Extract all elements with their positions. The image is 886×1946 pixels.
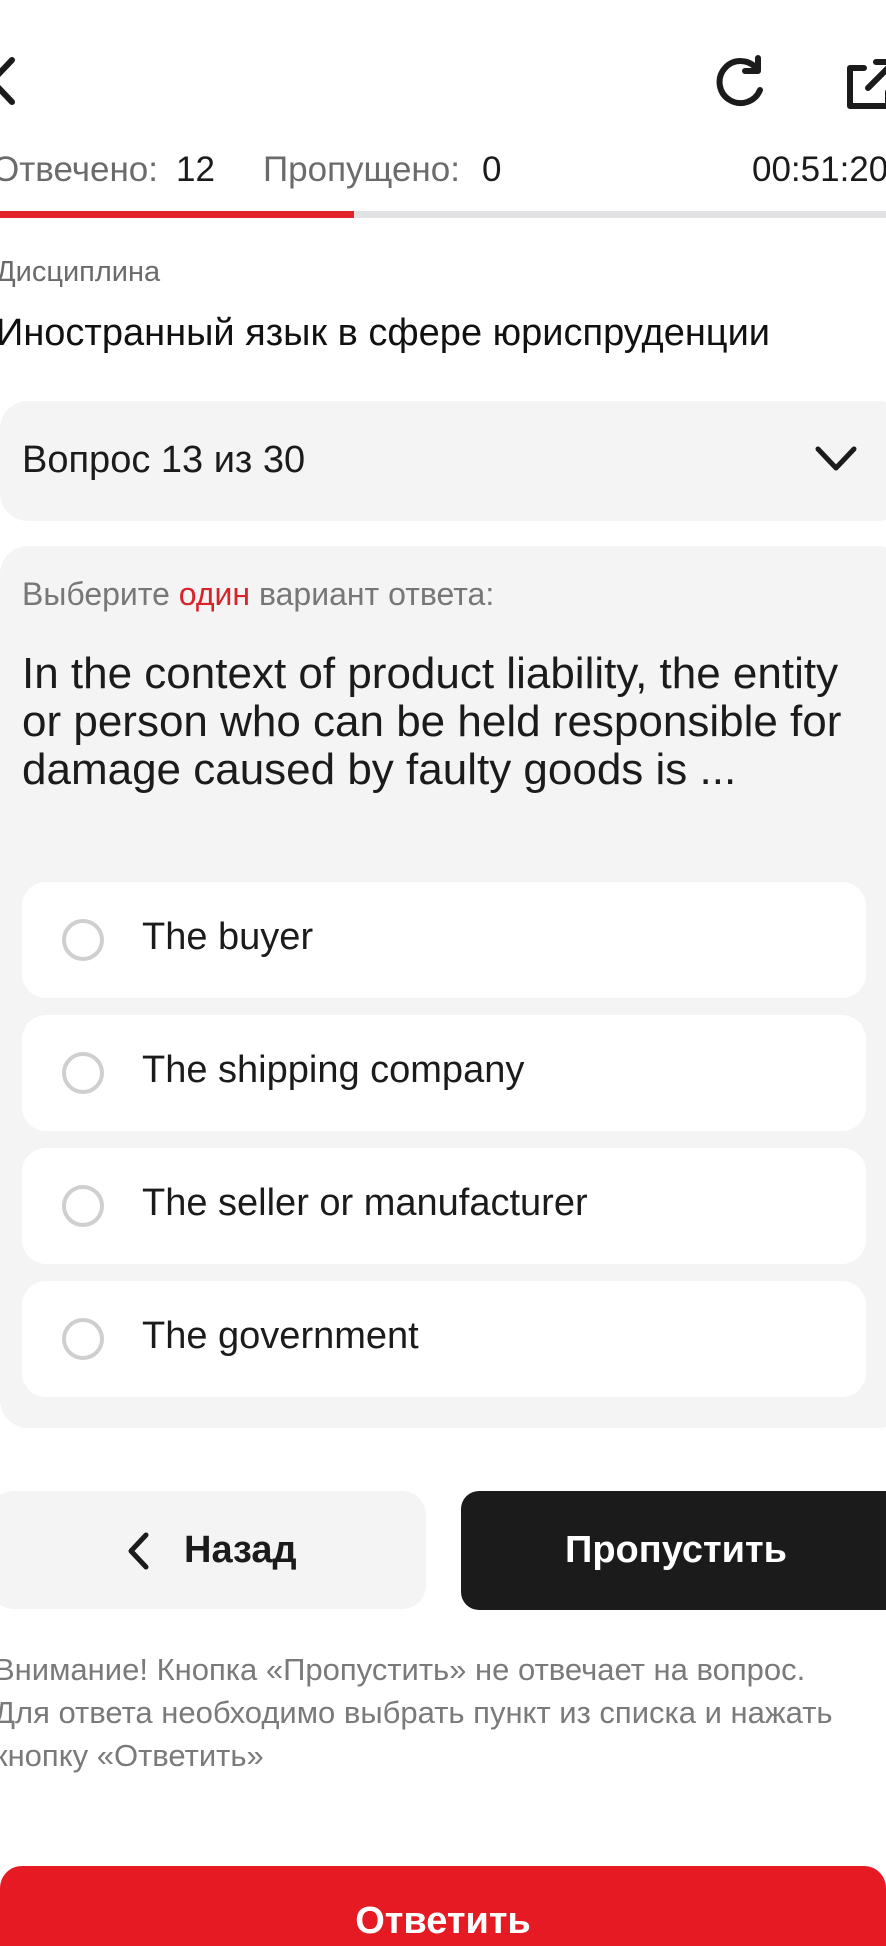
timer: 00:51:20 xyxy=(752,150,886,189)
answered-label: Отвечено: xyxy=(0,150,158,189)
discipline-name: Иностранный язык в сфере юриспруденции xyxy=(0,312,771,354)
question-card: Выберите один вариант ответа: In the con… xyxy=(0,546,886,1428)
chevron-down-icon[interactable] xyxy=(814,444,858,474)
answer-button-label: Ответить xyxy=(355,1900,531,1942)
chevron-left-icon xyxy=(128,1532,149,1570)
back-button[interactable]: Назад xyxy=(0,1491,426,1609)
answer-option-label: The buyer xyxy=(142,916,314,958)
answer-button[interactable]: Ответить xyxy=(0,1866,886,1946)
radio-button[interactable] xyxy=(62,919,104,961)
instruction-suffix: вариант ответа: xyxy=(258,576,495,612)
skip-notice: Внимание! Кнопка «Пропустить» не отвечае… xyxy=(0,1652,833,1773)
skip-button[interactable]: Пропустить xyxy=(461,1491,886,1610)
discipline-label: Дисциплина xyxy=(0,256,161,288)
reload-icon[interactable] xyxy=(712,54,770,112)
answer-option[interactable]: The shipping company xyxy=(22,1015,866,1131)
answer-option[interactable]: The buyer xyxy=(22,882,866,998)
answer-option-label: The government xyxy=(142,1315,419,1357)
answer-option-label: The shipping company xyxy=(142,1049,525,1091)
instruction-accent: один xyxy=(178,576,251,612)
answer-option[interactable]: The government xyxy=(22,1281,866,1397)
external-link-icon[interactable] xyxy=(842,56,886,112)
answer-option-label: The seller or manufacturer xyxy=(142,1182,588,1224)
answer-option[interactable]: The seller or manufacturer xyxy=(22,1148,866,1264)
back-button-label: Назад xyxy=(184,1529,297,1571)
back-chevron-icon[interactable] xyxy=(0,56,16,106)
radio-button[interactable] xyxy=(62,1318,104,1360)
instruction-prefix: Выберите xyxy=(22,576,170,612)
answered-count: 12 xyxy=(176,150,215,189)
answer-instruction: Выберите один вариант ответа: xyxy=(22,576,494,613)
radio-button[interactable] xyxy=(62,1052,104,1094)
progress-fill xyxy=(0,211,355,218)
skip-button-label: Пропустить xyxy=(565,1529,787,1571)
question-selector[interactable]: Вопрос 13 из 30 xyxy=(0,401,886,521)
question-text: In the context of product liability, the… xyxy=(22,649,842,794)
skipped-count: 0 xyxy=(482,150,502,189)
progress-bar xyxy=(0,211,886,218)
skipped-label: Пропущено: xyxy=(263,150,460,189)
radio-button[interactable] xyxy=(62,1185,104,1227)
question-number-label: Вопрос 13 из 30 xyxy=(22,439,306,481)
